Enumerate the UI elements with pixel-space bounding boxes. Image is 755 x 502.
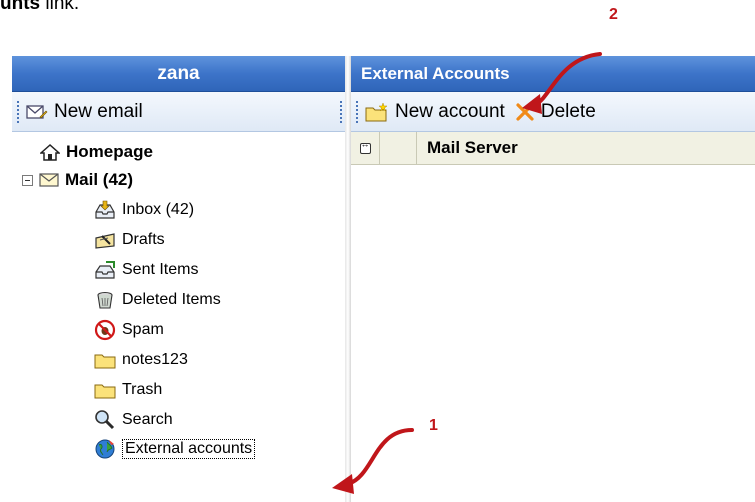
- step-1-arrow: [332, 428, 414, 494]
- new-email-label: New email: [54, 100, 143, 122]
- toolbar-grip[interactable]: [16, 99, 20, 124]
- tree-item-label: External accounts: [122, 439, 256, 459]
- tree-item-label: Mail (42): [65, 170, 134, 189]
- inbox-icon: [95, 200, 115, 219]
- tree-item-trash[interactable]: Trash: [94, 375, 162, 405]
- collapse-toggle[interactable]: [22, 174, 33, 186]
- globe-icon: [95, 439, 115, 459]
- grid-header: Mail Server: [351, 132, 755, 165]
- home-icon: [40, 143, 60, 161]
- tree-item-deleted-items[interactable]: Deleted Items: [94, 285, 221, 315]
- tree-item-drafts[interactable]: Drafts: [94, 225, 165, 255]
- instruction-suffix: link.: [40, 0, 80, 14]
- tree-item-label: Drafts: [122, 231, 165, 248]
- mail-icon: [39, 173, 59, 187]
- trash-can-icon: [97, 291, 113, 309]
- column-picker[interactable]: [351, 132, 380, 164]
- tree-item-label: Deleted Items: [122, 291, 221, 308]
- toolbar-grip[interactable]: [355, 99, 359, 124]
- left-toolbar: New email: [12, 92, 345, 132]
- step-2-number: 2: [609, 6, 618, 23]
- new-account-button[interactable]: New account: [365, 101, 505, 123]
- tree-item-homepage[interactable]: Homepage: [40, 137, 153, 167]
- step-2-arrow: [522, 52, 602, 114]
- tree-item-inbox[interactable]: Inbox (42): [94, 195, 194, 225]
- tree-item-label: Sent Items: [122, 261, 199, 278]
- new-email-button[interactable]: New email: [26, 101, 143, 123]
- tree-item-label: Spam: [122, 321, 164, 338]
- new-account-label: New account: [395, 100, 505, 122]
- search-icon: [95, 410, 115, 430]
- tree-item-label: Homepage: [66, 142, 153, 161]
- tree-item-notes123[interactable]: notes123: [94, 345, 188, 375]
- new-email-icon: [26, 104, 48, 119]
- folder-icon: [94, 384, 116, 399]
- spam-icon: [94, 319, 116, 341]
- column-expand-icon: [359, 139, 371, 154]
- screenshot-stage: unts link. zana New email Homepage Mail …: [0, 0, 755, 502]
- tree-item-label: notes123: [122, 351, 188, 368]
- tree-item-spam[interactable]: Spam: [94, 315, 164, 345]
- tree-item-label: Search: [122, 411, 173, 428]
- column-header-mail-server[interactable]: Mail Server: [417, 138, 518, 158]
- user-title: zana: [12, 56, 345, 92]
- folder-pane: zana New email Homepage Mail (42) Inbox …: [12, 56, 345, 502]
- instruction-bold: unts: [0, 0, 41, 14]
- column-spacer: [380, 132, 417, 164]
- tree-item-mail[interactable]: Mail (42): [22, 165, 133, 195]
- tree-item-label: Trash: [122, 381, 163, 398]
- tree-item-search[interactable]: Search: [94, 405, 173, 435]
- new-folder-icon: [365, 101, 388, 121]
- toolbar-grip-right[interactable]: [339, 99, 343, 124]
- tree-item-label: Inbox (42): [122, 201, 195, 218]
- drafts-icon: [95, 233, 115, 249]
- sent-items-icon: [95, 261, 115, 279]
- folder-icon: [94, 354, 116, 369]
- instruction-text: unts link.: [0, 0, 79, 15]
- tree-item-external-accounts[interactable]: External accounts: [94, 434, 256, 464]
- tree-item-sent-items[interactable]: Sent Items: [94, 255, 198, 285]
